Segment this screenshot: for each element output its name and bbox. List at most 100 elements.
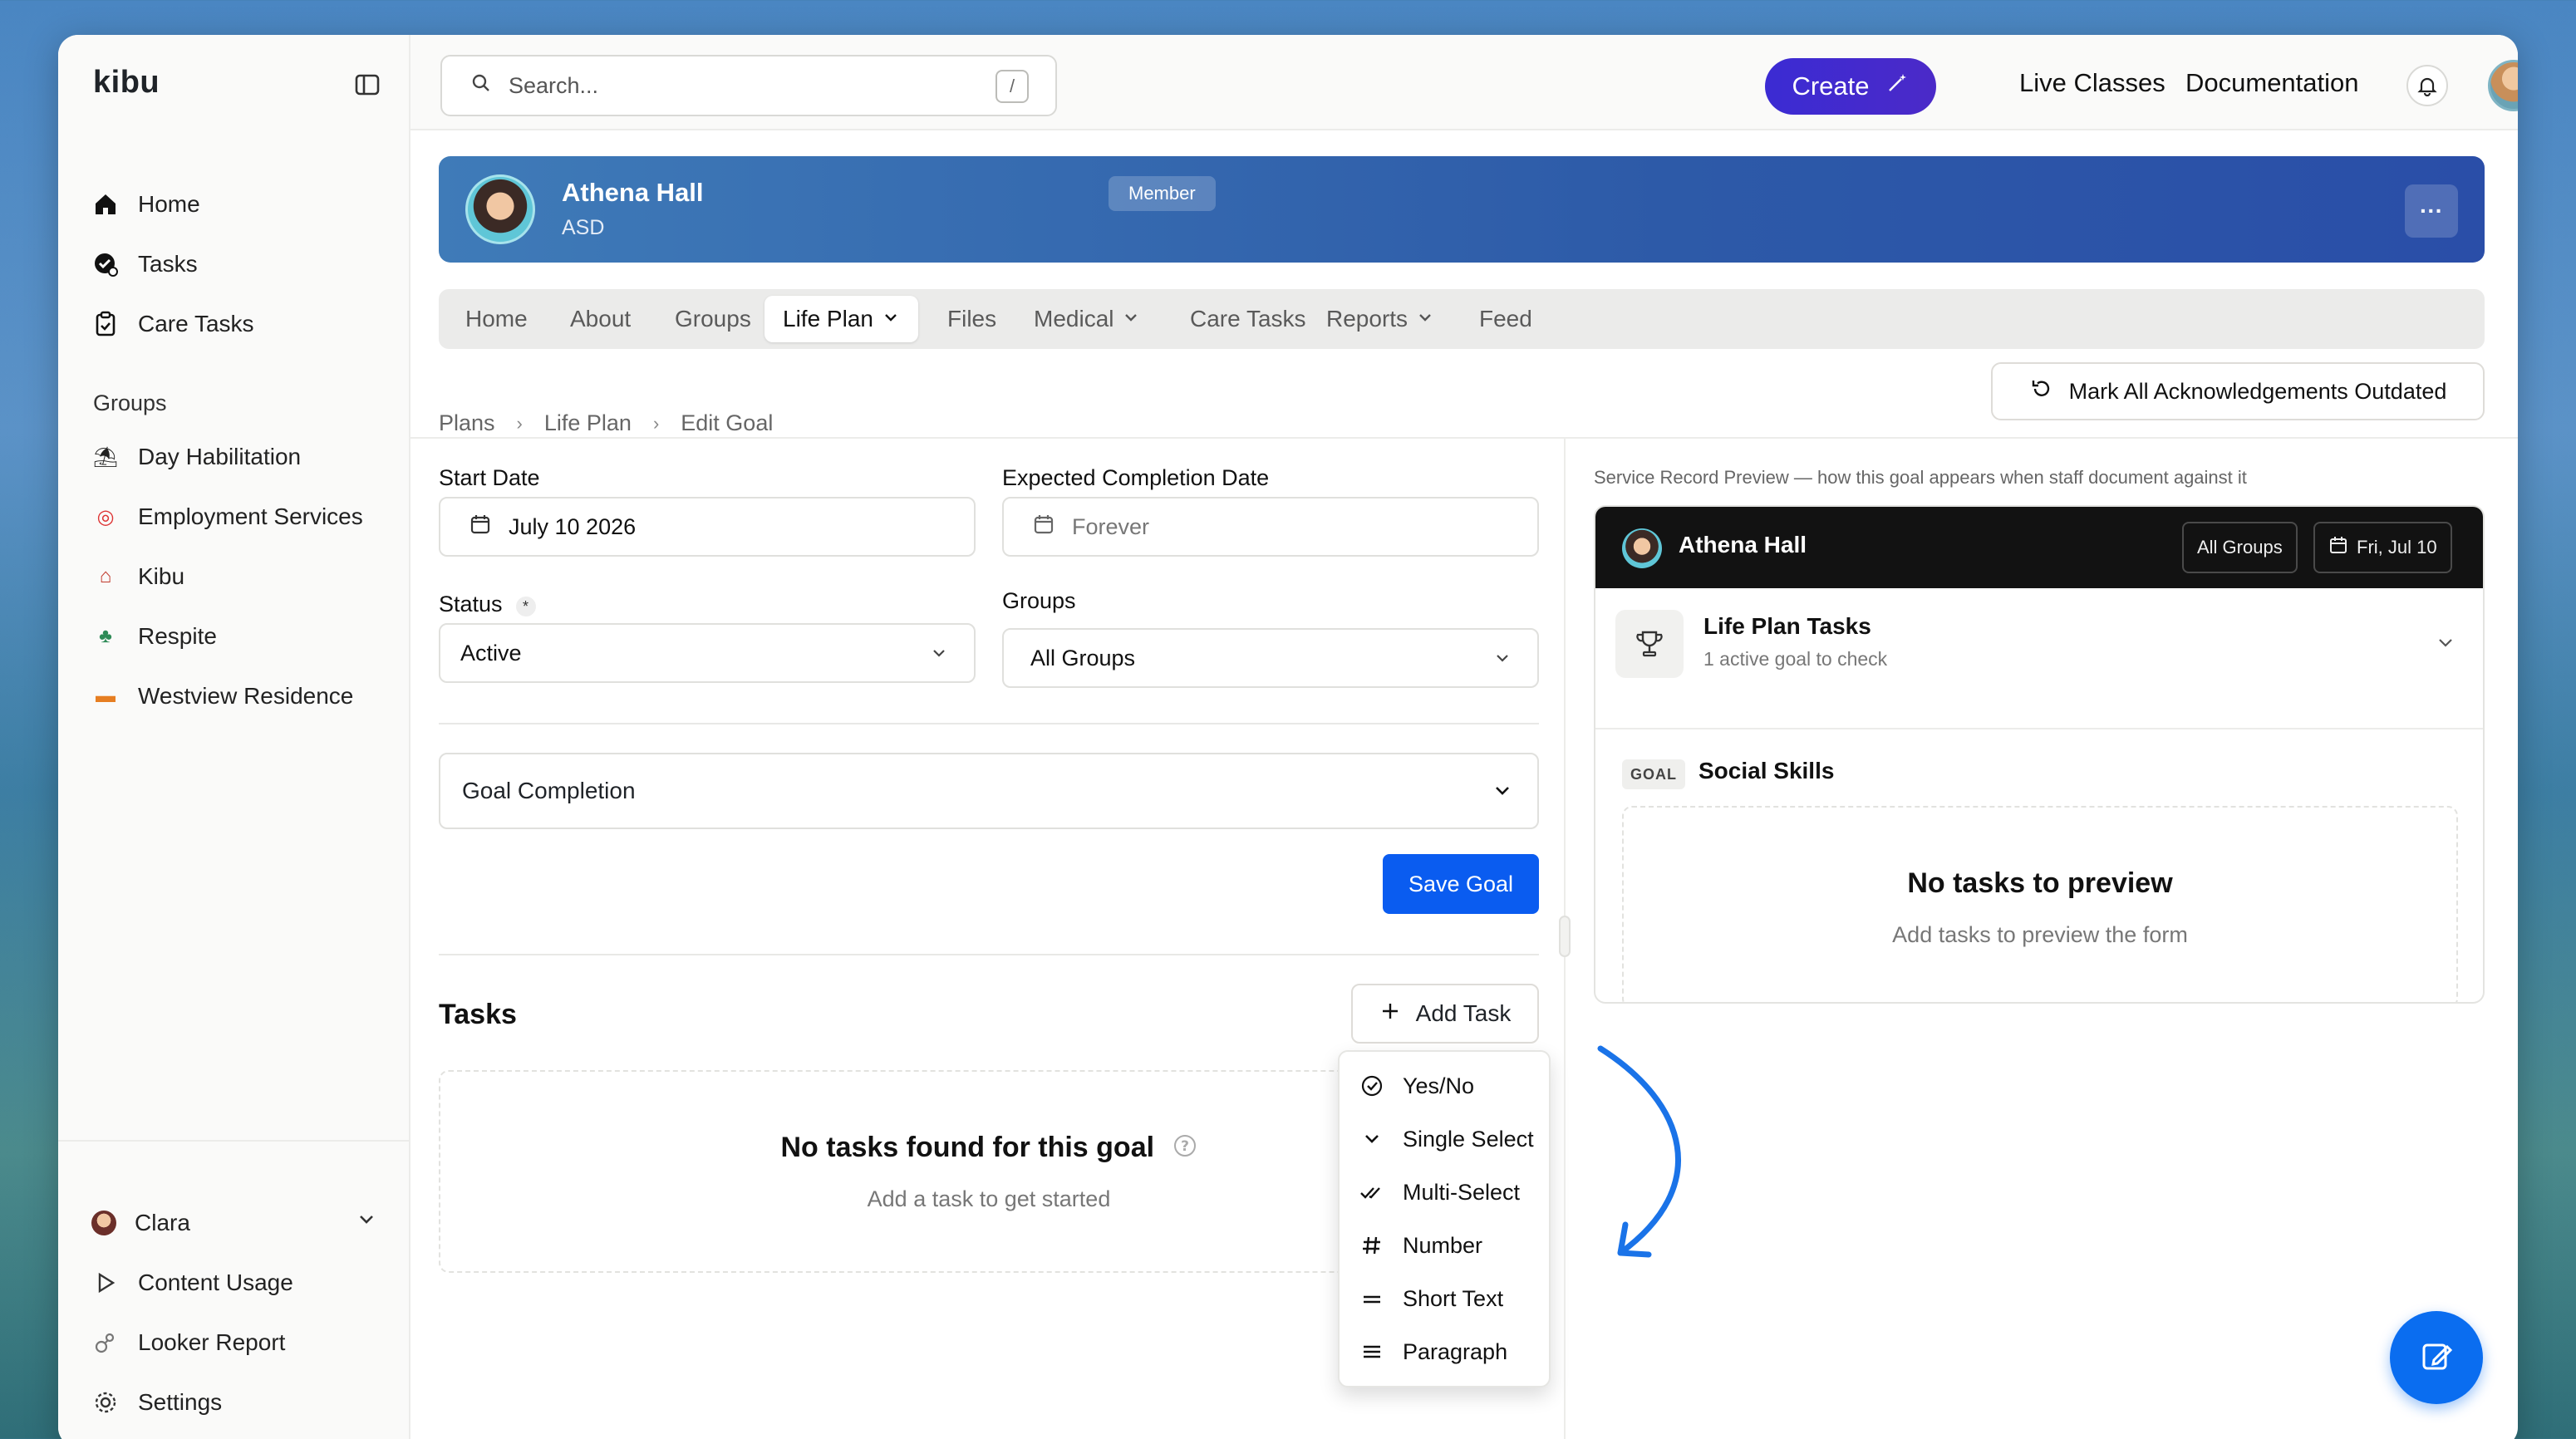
- preview-divider: [1595, 728, 2483, 729]
- completion-date-value: Forever: [1072, 513, 1150, 539]
- more-options-button[interactable]: ···: [2405, 184, 2458, 238]
- help-icon[interactable]: ?: [1172, 1133, 1197, 1166]
- play-icon: [91, 1269, 120, 1297]
- bell-icon[interactable]: [2406, 65, 2448, 106]
- chevron-down-icon: [1359, 1128, 1384, 1150]
- chevron-down-icon[interactable]: [356, 1208, 377, 1234]
- plus-icon: [1379, 1000, 1401, 1028]
- brand-logo[interactable]: kibu: [93, 65, 160, 101]
- profile-banner: Athena Hall Member ASD ···: [439, 156, 2485, 263]
- tab-care-tasks[interactable]: Care Tasks: [1172, 296, 1325, 342]
- menu-item-paragraph[interactable]: Paragraph: [1359, 1331, 1507, 1373]
- menu-item-label: Number: [1403, 1232, 1483, 1258]
- search-input[interactable]: Search... /: [440, 55, 1057, 116]
- menu-item-label: Single Select: [1403, 1126, 1534, 1152]
- menu-item-single-select[interactable]: Single Select: [1359, 1118, 1534, 1160]
- tab-about[interactable]: About: [552, 296, 649, 342]
- user-avatar: [91, 1211, 116, 1235]
- app-window: kibu Home Tasks Care Tasks Groups ⛱ Day …: [58, 35, 2518, 1439]
- add-task-button[interactable]: Add Task: [1351, 984, 1539, 1044]
- sidebar-group-employment-services[interactable]: ◎ Employment Services: [91, 492, 363, 542]
- save-goal-button[interactable]: Save Goal: [1383, 854, 1539, 914]
- breadcrumb-plans[interactable]: Plans: [439, 410, 495, 436]
- groups-value: All Groups: [1030, 645, 1136, 670]
- menu-item-yes-no[interactable]: Yes/No: [1359, 1065, 1474, 1107]
- house-icon: ⌂: [99, 565, 112, 587]
- documentation-link[interactable]: Documentation: [2185, 68, 2359, 98]
- breadcrumb: Plans › Life Plan › Edit Goal: [439, 410, 773, 436]
- paragraph-icon: [1359, 1341, 1384, 1363]
- sidebar-item-label: Home: [138, 191, 200, 217]
- sidebar-item-label: Tasks: [138, 251, 198, 277]
- menu-item-label: Yes/No: [1403, 1073, 1475, 1098]
- preview-date-pill[interactable]: Fri, Jul 10: [2313, 522, 2452, 573]
- start-date-field[interactable]: July 10 2026: [439, 497, 976, 557]
- tab-medical[interactable]: Medical: [1015, 296, 1158, 342]
- annotation-arrow: [1597, 1045, 1681, 1258]
- clipboard-icon: [91, 310, 120, 338]
- resize-handle[interactable]: [1559, 916, 1571, 957]
- content-divider: [410, 437, 2518, 439]
- profile-tabs: Home About Groups Life Plan Files Medica…: [439, 289, 2485, 349]
- gear-icon: [91, 1388, 120, 1417]
- menu-item-multi-select[interactable]: Multi-Select: [1359, 1171, 1520, 1213]
- groups-select[interactable]: All Groups: [1002, 628, 1539, 688]
- goal-completion-label: Goal Completion: [462, 778, 636, 803]
- sidebar-item-tasks[interactable]: Tasks: [91, 239, 198, 289]
- sidebar-item-looker-report[interactable]: Looker Report: [91, 1318, 285, 1368]
- sidebar-item-label: Respite: [138, 623, 217, 649]
- avatar[interactable]: [2488, 60, 2518, 111]
- preview-name: Athena Hall: [1679, 532, 1807, 557]
- sidebar-item-label: Care Tasks: [138, 311, 254, 336]
- tab-files[interactable]: Files: [929, 296, 1015, 342]
- chevron-down-icon[interactable]: [2435, 631, 2456, 657]
- sidebar-group-westview-residence[interactable]: ▬ Westview Residence: [91, 671, 353, 721]
- tab-groups[interactable]: Groups: [656, 296, 769, 342]
- sidebar-item-content-usage[interactable]: Content Usage: [91, 1258, 293, 1308]
- tab-life-plan[interactable]: Life Plan: [764, 296, 918, 342]
- sidebar-item-label: Settings: [138, 1389, 223, 1415]
- status-select[interactable]: Active: [439, 623, 976, 683]
- preview-groups-pill[interactable]: All Groups: [2182, 522, 2298, 573]
- calendar-icon: [1032, 513, 1055, 542]
- create-button[interactable]: Create: [1765, 58, 1936, 115]
- sidebar-group-day-habilitation[interactable]: ⛱ Day Habilitation: [91, 432, 301, 482]
- tab-home[interactable]: Home: [447, 296, 546, 342]
- sidebar-group-kibu[interactable]: ⌂ Kibu: [91, 552, 184, 602]
- create-label: Create: [1792, 71, 1870, 101]
- preview-avatar: [1622, 528, 1662, 568]
- menu-item-number[interactable]: Number: [1359, 1225, 1482, 1266]
- sidebar-item-home[interactable]: Home: [91, 179, 200, 229]
- breadcrumb-life-plan[interactable]: Life Plan: [544, 410, 632, 436]
- sidebar-item-care-tasks[interactable]: Care Tasks: [91, 299, 254, 349]
- looker-icon: [91, 1328, 120, 1357]
- calendar-icon: [2328, 535, 2348, 560]
- preview-date-label: Fri, Jul 10: [2357, 537, 2437, 557]
- sidebar-toggle-icon[interactable]: [354, 71, 381, 98]
- tab-label: Life Plan: [783, 306, 873, 332]
- tab-reports[interactable]: Reports: [1308, 296, 1453, 342]
- compose-fab-button[interactable]: [2390, 1311, 2483, 1404]
- tab-feed[interactable]: Feed: [1461, 296, 1551, 342]
- menu-item-short-text[interactable]: Short Text: [1359, 1278, 1503, 1319]
- chevron-right-icon: ›: [516, 412, 523, 434]
- profile-avatar: [465, 174, 535, 244]
- chevron-down-icon: [1491, 779, 1514, 808]
- user-switcher[interactable]: Clara: [91, 1198, 190, 1248]
- life-plan-tasks-sub: 1 active goal to check: [1703, 648, 1888, 670]
- hash-icon: [1359, 1235, 1384, 1256]
- sidebar-item-settings[interactable]: Settings: [91, 1378, 222, 1427]
- status-value: Active: [460, 640, 522, 665]
- completion-date-field[interactable]: Forever: [1002, 497, 1539, 557]
- mark-outdated-button[interactable]: Mark All Acknowledgements Outdated: [1991, 362, 2485, 420]
- goal-completion-toggle[interactable]: Goal Completion: [439, 753, 1539, 829]
- tab-label: Reports: [1326, 306, 1408, 332]
- sidebar-group-respite[interactable]: ♣ Respite: [91, 611, 217, 661]
- trophy-icon: [1615, 610, 1684, 678]
- user-name: Clara: [135, 1210, 190, 1235]
- live-classes-link[interactable]: Live Classes: [2019, 68, 2166, 98]
- topbar: Search... / Create Live Classes Document…: [410, 35, 2518, 130]
- groups-heading: Groups: [93, 390, 167, 415]
- check-circle-icon: [1359, 1074, 1384, 1098]
- chevron-down-icon: [1122, 306, 1140, 332]
